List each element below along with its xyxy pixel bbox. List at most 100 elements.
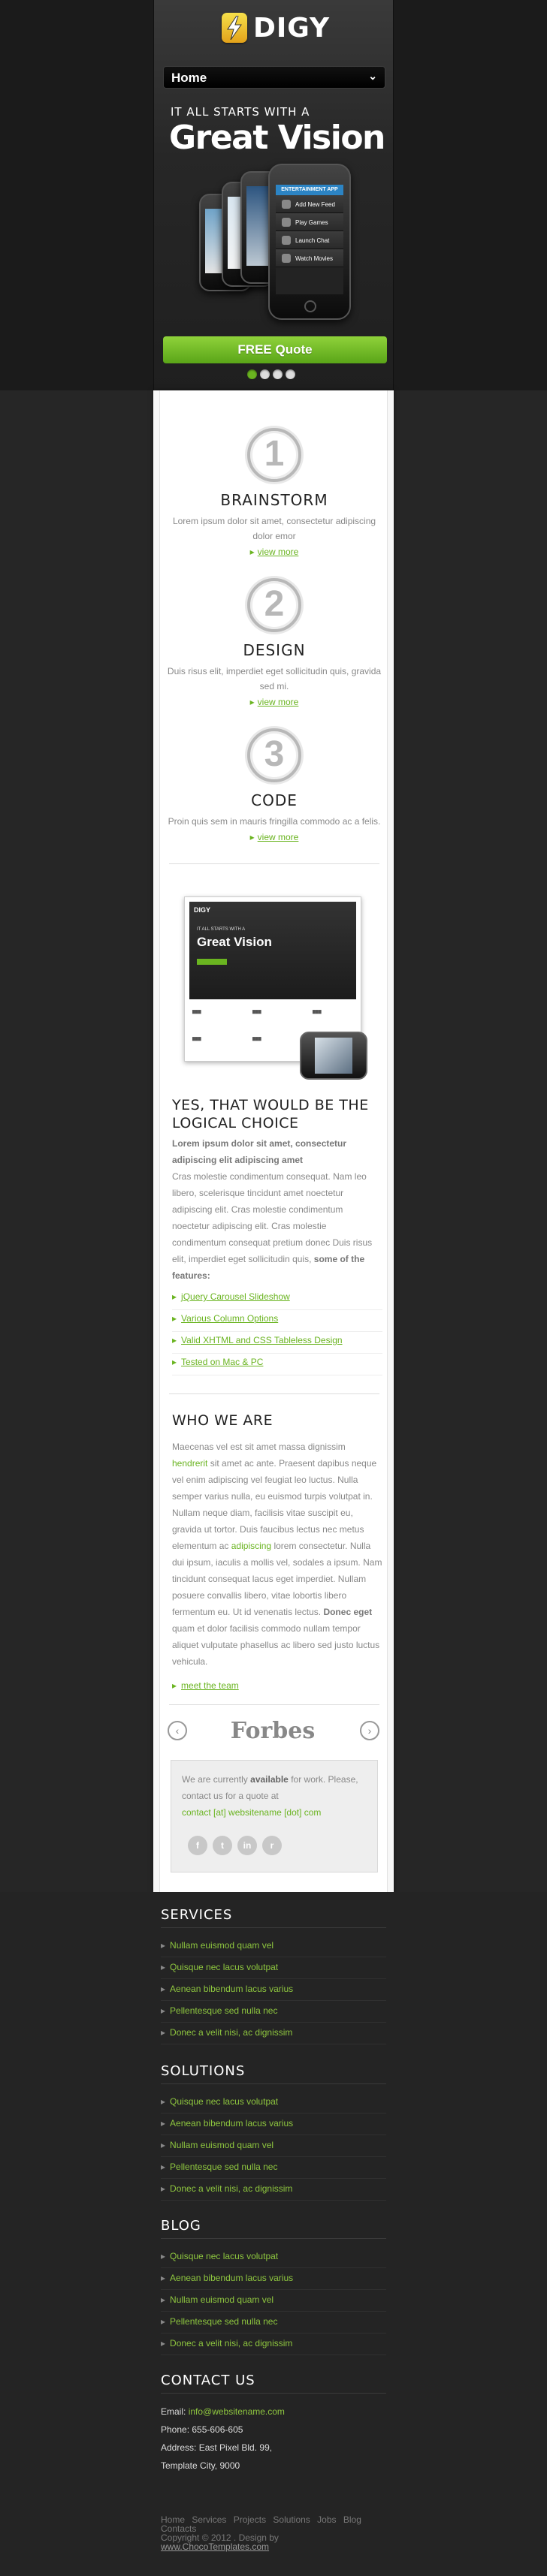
who-title: WHO WE ARE bbox=[172, 1412, 274, 1429]
choice-title: YES, THAT WOULD BE THE LOGICAL CHOICE bbox=[172, 1097, 369, 1131]
who-body: Maecenas vel est sit amet massa dignissi… bbox=[172, 1439, 382, 1670]
footer-link[interactable]: Donec a velit nisi, ac dignissim bbox=[161, 2179, 386, 2201]
hendrerit-link[interactable]: hendrerit bbox=[172, 1458, 207, 1469]
nav-select[interactable]: Home ⌄ bbox=[163, 66, 385, 89]
service-code: 3 CODE Proin quis sem in mauris fringill… bbox=[160, 728, 388, 842]
meet-team-link[interactable]: meet the team bbox=[172, 1677, 382, 1699]
footer-nav-link[interactable]: Jobs bbox=[317, 2514, 336, 2525]
partners-carousel: ‹ Forbes › bbox=[168, 1715, 381, 1745]
adipiscing-link[interactable]: adipiscing bbox=[231, 1541, 271, 1551]
app-row: Watch Movies bbox=[276, 249, 343, 267]
footer-contact: CONTACT US Email: info@websitename.com P… bbox=[161, 2368, 386, 2475]
contact-phone: Phone: 655-606-605 bbox=[161, 2424, 243, 2435]
logo[interactable]: DIGY bbox=[222, 9, 330, 47]
footer-link[interactable]: Pellentesque sed nulla nec bbox=[161, 2157, 386, 2179]
who-links: meet the team bbox=[172, 1677, 382, 1699]
footer-nav-link[interactable]: Blog bbox=[343, 2514, 361, 2525]
who-bold: Donec eget bbox=[323, 1607, 373, 1617]
number-two-icon: 2 bbox=[247, 578, 301, 632]
social-icons: f t in r bbox=[188, 1836, 287, 1855]
next-arrow-icon[interactable]: › bbox=[360, 1721, 379, 1740]
feature-link[interactable]: Tested on Mac & PC bbox=[172, 1354, 382, 1375]
free-quote-button[interactable]: FREE Quote bbox=[163, 336, 387, 363]
footer-link[interactable]: Quisque nec lacus volutpat bbox=[161, 2092, 386, 2114]
app-row: Add New Feed bbox=[276, 195, 343, 213]
service-text: Duis risus elit, imperdiet eget sollicit… bbox=[167, 666, 382, 691]
number-three-icon: 3 bbox=[247, 728, 301, 782]
contact-address: Template City, 9000 bbox=[161, 2460, 240, 2471]
slider-dot[interactable] bbox=[247, 369, 257, 379]
footer-link[interactable]: Pellentesque sed nulla nec bbox=[161, 2001, 386, 2023]
feature-link[interactable]: Valid XHTML and CSS Tableless Design bbox=[172, 1332, 382, 1354]
footer-services-title: SERVICES bbox=[161, 1903, 386, 1928]
footer-link[interactable]: Aenean bibendum lacus varius bbox=[161, 2114, 386, 2135]
feature-link[interactable]: jQuery Carousel Slideshow bbox=[172, 1288, 382, 1310]
number-one-icon: 1 bbox=[247, 428, 301, 482]
footer-nav-link[interactable]: Projects bbox=[234, 2514, 266, 2525]
email-link[interactable]: info@websitename.com bbox=[189, 2406, 285, 2417]
availability-box: We are currently available for work. Ple… bbox=[171, 1760, 378, 1872]
choice-text: Cras molestie condimentum consequat. Nam… bbox=[172, 1171, 373, 1264]
linkedin-icon[interactable]: in bbox=[237, 1836, 257, 1855]
footer-link[interactable]: Nullam euismod quam vel bbox=[161, 2290, 386, 2312]
prev-arrow-icon[interactable]: ‹ bbox=[168, 1721, 187, 1740]
divider bbox=[169, 863, 379, 864]
footer-link[interactable]: Quisque nec lacus volutpat bbox=[161, 2246, 386, 2268]
footer: SERVICES Nullam euismod quam vel Quisque… bbox=[0, 1892, 547, 2576]
facebook-icon[interactable]: f bbox=[188, 1836, 207, 1855]
footer-blog-title: BLOG bbox=[161, 2213, 386, 2239]
designer-link[interactable]: www.ChocoTemplates.com bbox=[161, 2541, 269, 2552]
phones-image: ENTERTAINMENT APP Add New Feed Play Game… bbox=[199, 164, 351, 321]
slider-dots bbox=[247, 369, 298, 379]
service-title: CODE bbox=[251, 791, 298, 809]
service-design: 2 DESIGN Duis risus elit, imperdiet eget… bbox=[160, 578, 388, 707]
footer-blog: BLOG Quisque nec lacus volutpat Aenean b… bbox=[161, 2213, 386, 2355]
contact-email-link[interactable]: contact [at] websitename [dot] com bbox=[182, 1807, 321, 1818]
footer-link[interactable]: Donec a velit nisi, ac dignissim bbox=[161, 2023, 386, 2044]
footer-link[interactable]: Quisque nec lacus volutpat bbox=[161, 1957, 386, 1979]
view-more-link[interactable]: view more bbox=[160, 697, 388, 707]
twitter-icon[interactable]: t bbox=[213, 1836, 232, 1855]
footer-nav: Home Services Projects Solutions Jobs Bl… bbox=[161, 2515, 386, 2533]
feature-link[interactable]: Various Column Options bbox=[172, 1310, 382, 1332]
footer-nav-link[interactable]: Services bbox=[192, 2514, 226, 2525]
screenshot-tagline: IT ALL STARTS WITH A bbox=[197, 927, 246, 932]
footer-contact-title: CONTACT US bbox=[161, 2368, 386, 2394]
rss-icon[interactable]: r bbox=[262, 1836, 282, 1855]
features-list: jQuery Carousel Slideshow Various Column… bbox=[172, 1288, 382, 1375]
footer-link[interactable]: Donec a velit nisi, ac dignissim bbox=[161, 2333, 386, 2355]
footer-link[interactable]: Pellentesque sed nulla nec bbox=[161, 2312, 386, 2333]
screenshot-title: Great Vision bbox=[197, 935, 272, 949]
hero-title: Great Vision bbox=[169, 119, 385, 157]
footer-link[interactable]: Nullam euismod quam vel bbox=[161, 2135, 386, 2157]
who-text: Maecenas vel est sit amet massa dignissi… bbox=[172, 1442, 346, 1452]
view-more-link[interactable]: view more bbox=[160, 547, 388, 557]
showcase-image: DIGY IT ALL STARTS WITH A Great Vision ▇… bbox=[174, 889, 367, 1084]
availability-text: We are currently available for work. Ple… bbox=[182, 1771, 370, 1821]
slider-dot[interactable] bbox=[286, 369, 295, 379]
home-button-icon bbox=[304, 300, 316, 312]
footer-nav-link[interactable]: Solutions bbox=[273, 2514, 310, 2525]
app-title: ENTERTAINMENT APP bbox=[276, 185, 343, 195]
phone-image-main: ENTERTAINMENT APP Add New Feed Play Game… bbox=[268, 164, 351, 320]
service-title: DESIGN bbox=[243, 641, 306, 659]
who-text: lorem consectetur. Nulla dui ipsum, iacu… bbox=[172, 1541, 382, 1617]
service-title: BRAINSTORM bbox=[220, 491, 328, 509]
footer-link[interactable]: Nullam euismod quam vel bbox=[161, 1936, 386, 1957]
header-inner: DIGY Home ⌄ IT ALL STARTS WITH A Great V… bbox=[153, 0, 394, 390]
footer-solutions: SOLUTIONS Quisque nec lacus volutpat Aen… bbox=[161, 2059, 386, 2201]
copyright: Copyright © 2012 . Design by www.ChocoTe… bbox=[161, 2533, 386, 2551]
view-more-link[interactable]: view more bbox=[160, 832, 388, 842]
divider bbox=[169, 1704, 379, 1705]
screenshot-logo: DIGY bbox=[194, 906, 211, 914]
slider-dot[interactable] bbox=[260, 369, 270, 379]
who-text: quam et dolor facilisis commodo nullam t… bbox=[172, 1623, 380, 1667]
footer-services: SERVICES Nullam euismod quam vel Quisque… bbox=[161, 1903, 386, 2044]
footer-link[interactable]: Aenean bibendum lacus varius bbox=[161, 2268, 386, 2290]
chevron-down-icon: ⌄ bbox=[368, 70, 377, 82]
footer-link[interactable]: Aenean bibendum lacus varius bbox=[161, 1979, 386, 2001]
who-text: sit amet ac ante. Praesent dapibus neque… bbox=[172, 1458, 377, 1551]
header: DIGY Home ⌄ IT ALL STARTS WITH A Great V… bbox=[0, 0, 547, 390]
app-row: Launch Chat bbox=[276, 231, 343, 249]
slider-dot[interactable] bbox=[273, 369, 283, 379]
